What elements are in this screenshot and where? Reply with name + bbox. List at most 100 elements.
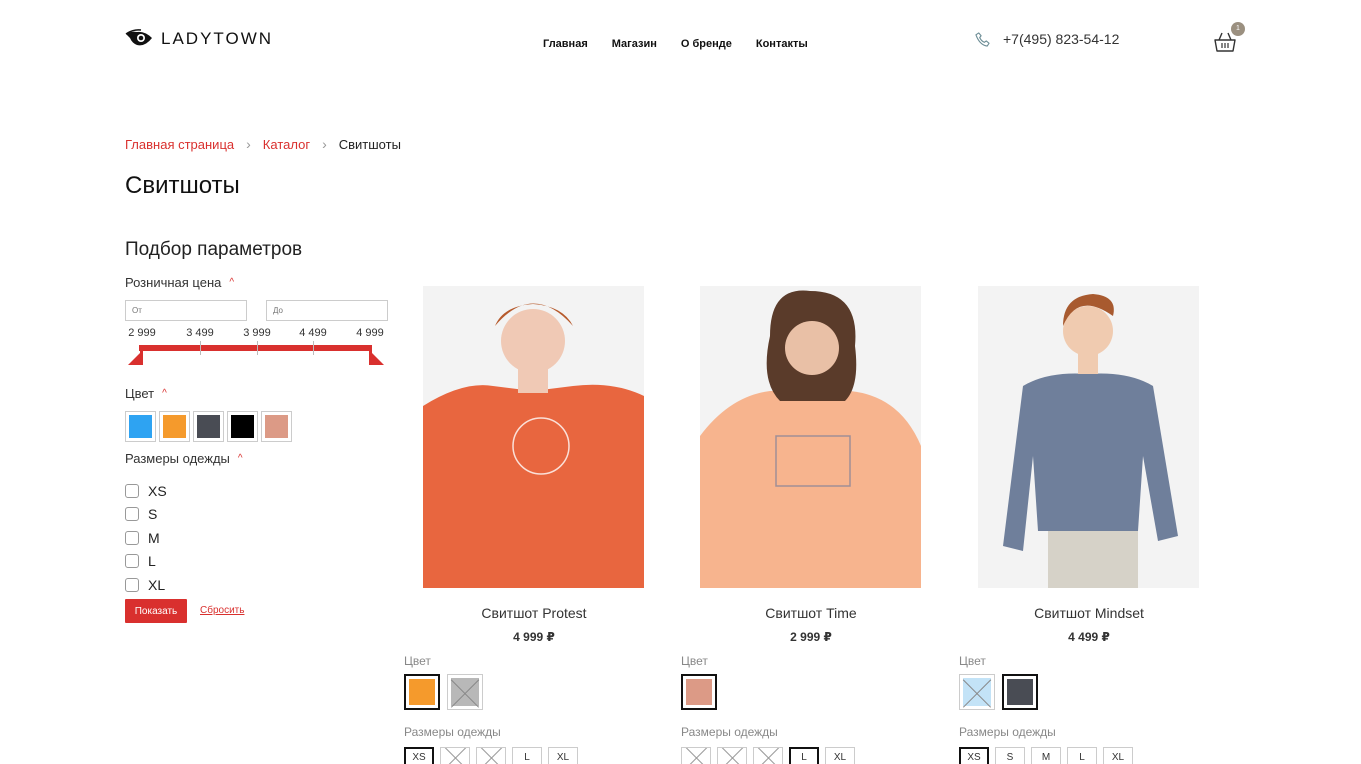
color-swatch-peach[interactable] xyxy=(261,411,292,442)
product-image[interactable] xyxy=(700,286,921,588)
breadcrumb-catalog-link[interactable]: Каталог xyxy=(263,137,310,152)
product-photo xyxy=(700,286,921,588)
product-price: 2 999 ₽ xyxy=(790,630,832,644)
logo[interactable]: LADYTOWN xyxy=(125,28,273,50)
product-size-option[interactable]: S xyxy=(995,747,1025,764)
size-checkbox[interactable] xyxy=(125,483,139,498)
color-swatch-blue[interactable] xyxy=(125,411,156,442)
color-filter-swatches xyxy=(125,411,292,442)
size-checkbox[interactable] xyxy=(125,507,139,522)
color-filter-label: Цвет xyxy=(125,386,155,401)
chevron-up-icon: ^ xyxy=(162,388,167,399)
size-checkbox[interactable] xyxy=(125,554,139,569)
tick-mark xyxy=(257,341,258,355)
main-nav: Главная Магазин О бренде Контакты xyxy=(543,38,808,50)
product-image[interactable] xyxy=(978,286,1199,588)
product-color-swatch[interactable] xyxy=(404,674,440,710)
product-image[interactable] xyxy=(423,286,644,588)
product-size-option[interactable]: S xyxy=(440,747,470,764)
product-size-option[interactable]: XL xyxy=(548,747,578,764)
product-size-option[interactable]: XS xyxy=(959,747,989,764)
product-color-swatch[interactable] xyxy=(959,674,995,710)
price-filter-header[interactable]: Розничная цена ^ xyxy=(125,275,234,290)
product-size-label: Размеры одежды xyxy=(404,725,501,739)
product-photo xyxy=(423,286,644,588)
product-name[interactable]: Свитшот Mindset xyxy=(959,605,1219,621)
product-size-option[interactable]: L xyxy=(789,747,819,764)
product-size-options: XS SML XL xyxy=(959,747,1133,764)
product-size-option[interactable]: S xyxy=(717,747,747,764)
product-size-label: Размеры одежды xyxy=(959,725,1056,739)
show-button[interactable]: Показать xyxy=(125,599,187,623)
product-size-option[interactable]: XS xyxy=(681,747,711,764)
eye-logo-icon xyxy=(125,29,152,46)
product-size-option[interactable]: L xyxy=(512,747,542,764)
price-tick: 2 999 xyxy=(128,327,156,339)
color-swatch-orange[interactable] xyxy=(159,411,190,442)
reset-link[interactable]: Сбросить xyxy=(200,605,244,616)
product-size-option[interactable]: XL xyxy=(825,747,855,764)
price-to-input[interactable] xyxy=(266,300,388,321)
product-color-swatch[interactable] xyxy=(447,674,483,710)
product-size-option[interactable]: M xyxy=(753,747,783,764)
product-name[interactable]: Свитшот Time xyxy=(681,605,941,621)
product-size-option[interactable]: XL xyxy=(1103,747,1133,764)
size-option-m[interactable]: M xyxy=(125,526,167,550)
cart-count-badge: 1 xyxy=(1231,22,1245,36)
nav-link-contacts[interactable]: Контакты xyxy=(756,38,808,50)
size-checkbox[interactable] xyxy=(125,530,139,545)
product-size-label: Размеры одежды xyxy=(681,725,778,739)
price-slider-track[interactable] xyxy=(139,345,372,351)
color-swatch-black[interactable] xyxy=(227,411,258,442)
product-size-option[interactable]: L xyxy=(1067,747,1097,764)
price-filter-label: Розничная цена xyxy=(125,275,222,290)
color-filter-header[interactable]: Цвет ^ xyxy=(125,386,167,401)
size-label: M xyxy=(148,529,160,546)
size-checkbox[interactable] xyxy=(125,577,139,592)
product-size-options: XS SML XL xyxy=(404,747,578,764)
size-label: S xyxy=(148,506,158,523)
size-option-l[interactable]: L xyxy=(125,550,167,574)
nav-link-shop[interactable]: Магазин xyxy=(612,38,657,50)
product-color-options xyxy=(959,674,1038,710)
product-size-option[interactable]: XS xyxy=(404,747,434,764)
price-slider-max-handle[interactable] xyxy=(370,351,384,365)
size-label: XS xyxy=(148,482,167,499)
nav-link-home[interactable]: Главная xyxy=(543,38,588,50)
product-photo xyxy=(978,286,1199,588)
product-size-option[interactable]: M xyxy=(1031,747,1061,764)
product-name[interactable]: Свитшот Protest xyxy=(404,605,664,621)
size-option-xs[interactable]: XS xyxy=(125,479,167,503)
page-title: Свитшоты xyxy=(125,172,240,199)
product-price: 4 499 ₽ xyxy=(1068,630,1110,644)
size-option-s[interactable]: S xyxy=(125,503,167,527)
size-filter-header[interactable]: Размеры одежды ^ xyxy=(125,451,243,466)
size-filter-list: XS S M L XL xyxy=(125,479,167,597)
price-tick: 3 999 xyxy=(243,327,271,339)
breadcrumb: Главная страница › Каталог › Свитшоты xyxy=(125,136,401,152)
price-scale: 2 999 3 499 3 999 4 499 4 999 xyxy=(128,327,386,341)
size-option-xl[interactable]: XL xyxy=(125,573,167,597)
product-size-option[interactable]: M xyxy=(476,747,506,764)
phone-contact[interactable]: +7(495) 823-54-12 xyxy=(975,31,1119,47)
size-label: XL xyxy=(148,576,166,593)
phone-icon xyxy=(975,31,990,47)
product-color-label: Цвет xyxy=(404,654,431,668)
tick-mark xyxy=(200,341,201,355)
logo-text: LADYTOWN xyxy=(161,29,274,48)
chevron-up-icon: ^ xyxy=(229,277,235,288)
price-from-input[interactable] xyxy=(125,300,247,321)
product-color-swatch[interactable] xyxy=(681,674,717,710)
price-tick: 4 499 xyxy=(299,327,327,339)
nav-link-about[interactable]: О бренде xyxy=(681,38,732,50)
price-slider-min-handle[interactable] xyxy=(128,351,142,365)
breadcrumb-home-link[interactable]: Главная страница xyxy=(125,137,234,152)
price-tick: 3 499 xyxy=(186,327,214,339)
product-color-swatch[interactable] xyxy=(1002,674,1038,710)
filter-title: Подбор параметров xyxy=(125,239,303,260)
product-color-options xyxy=(404,674,483,710)
product-color-label: Цвет xyxy=(681,654,708,668)
product-color-options xyxy=(681,674,717,710)
color-swatch-graphite[interactable] xyxy=(193,411,224,442)
breadcrumb-current: Свитшоты xyxy=(338,136,401,152)
